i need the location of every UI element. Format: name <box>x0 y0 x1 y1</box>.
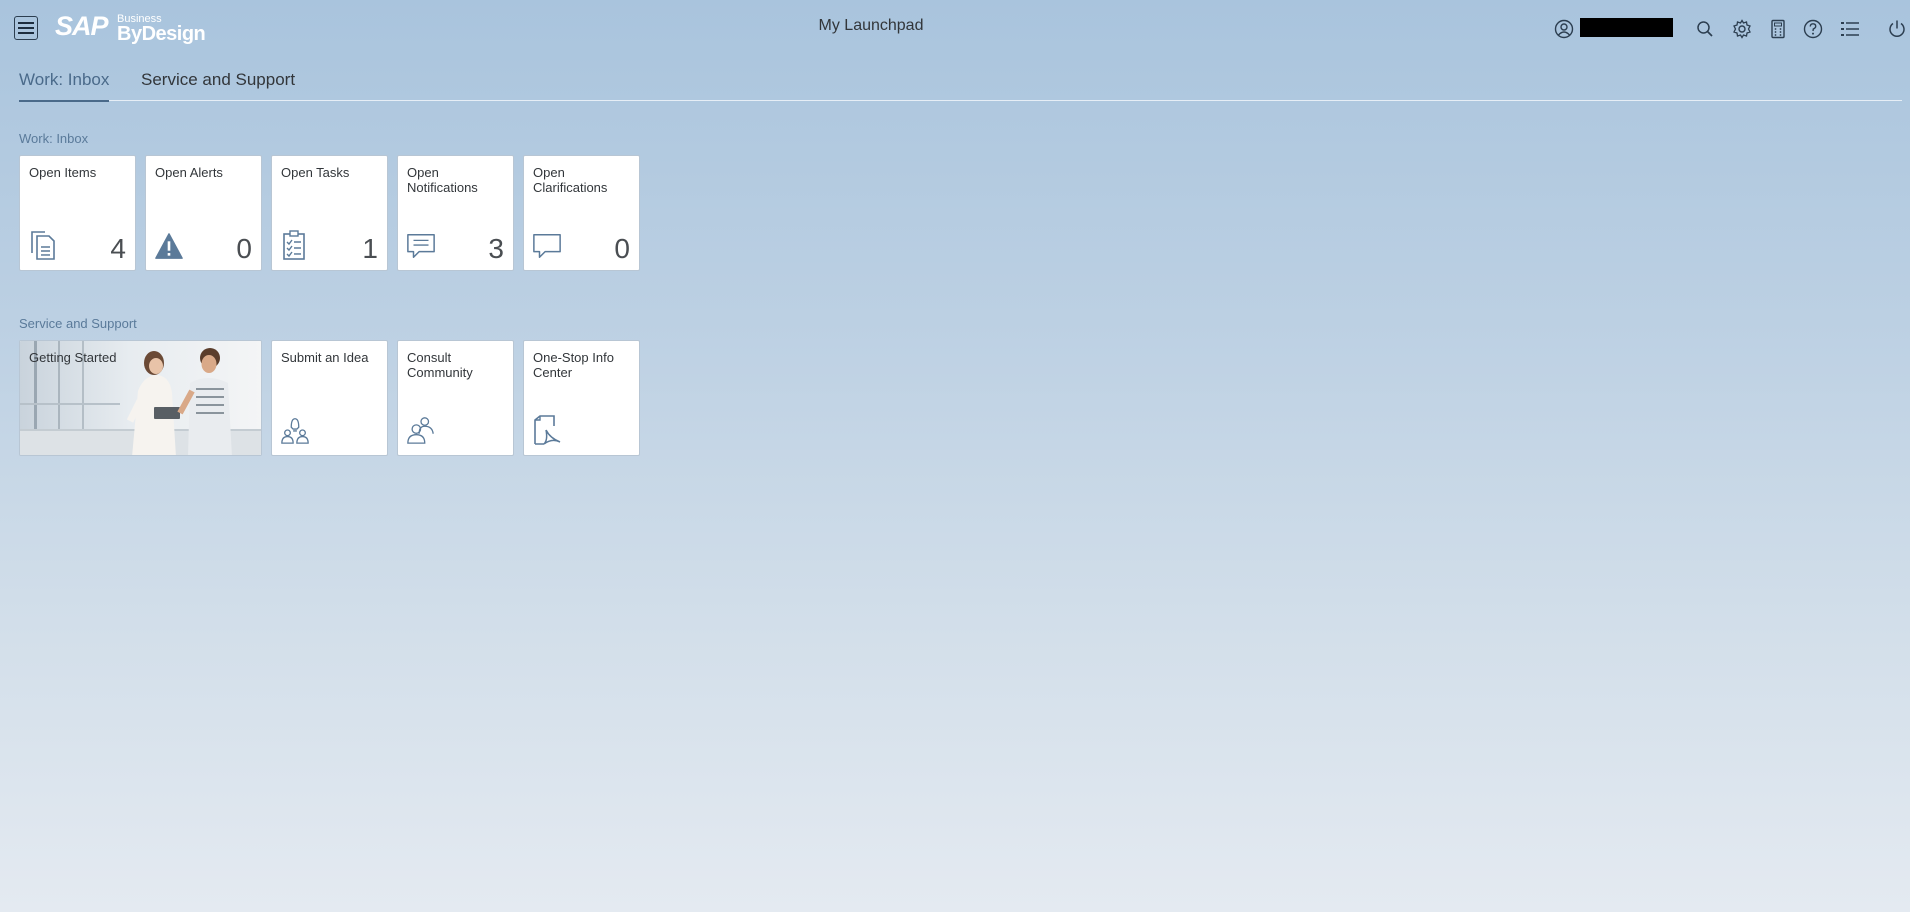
tile-title: Open Clarifications <box>533 165 608 195</box>
tile-count: 0 <box>236 233 252 264</box>
user-name[interactable] <box>1580 18 1673 37</box>
message-icon <box>406 229 436 261</box>
comment-icon <box>532 229 562 261</box>
tile-open-alerts[interactable]: Open Alerts 0 <box>145 155 262 271</box>
gear-icon[interactable] <box>1731 18 1753 40</box>
tile-getting-started[interactable]: Getting Started <box>19 340 262 456</box>
tile-count: 4 <box>110 233 126 264</box>
tile-count: 1 <box>362 233 378 264</box>
tab-service-and-support[interactable]: Service and Support <box>141 70 295 100</box>
tab-work-inbox[interactable]: Work: Inbox <box>19 70 110 102</box>
power-icon[interactable] <box>1886 18 1908 40</box>
help-icon[interactable] <box>1802 18 1824 40</box>
tile-title: Open Alerts <box>155 165 223 180</box>
tile-open-notifications[interactable]: Open Notifications 3 <box>397 155 514 271</box>
tile-submit-an-idea[interactable]: Submit an Idea <box>271 340 388 456</box>
tile-title: Open Notifications <box>407 165 478 195</box>
tile-count: 3 <box>488 233 504 264</box>
tab-bar: Work: Inbox Service and Support <box>19 56 1902 102</box>
tile-title: Consult Community <box>407 350 473 380</box>
calculator-icon[interactable] <box>1767 18 1789 40</box>
search-icon[interactable] <box>1694 18 1716 40</box>
group-title-work-inbox: Work: Inbox <box>19 131 89 146</box>
tile-title: One-Stop Info Center <box>533 350 614 380</box>
list-icon[interactable] <box>1839 18 1861 40</box>
pdf-document-icon <box>532 414 562 446</box>
task-list-icon <box>280 229 310 261</box>
tile-title: Submit an Idea <box>281 350 369 365</box>
shell-header: SAP Business ByDesign My Launchpad <box>0 0 1910 56</box>
alert-icon <box>154 229 184 261</box>
tile-open-clarifications[interactable]: Open Clarifications 0 <box>523 155 640 271</box>
community-icon <box>406 414 436 446</box>
user-icon[interactable] <box>1553 18 1575 40</box>
tile-title: Open Tasks <box>281 165 350 180</box>
tile-open-tasks[interactable]: Open Tasks 1 <box>271 155 388 271</box>
page-title: My Launchpad <box>818 17 924 34</box>
tile-count: 0 <box>614 233 630 264</box>
tile-open-items[interactable]: Open Items 4 <box>19 155 136 271</box>
tile-consult-community[interactable]: Consult Community <box>397 340 514 456</box>
group-title-service-and-support: Service and Support <box>19 316 137 331</box>
tile-title: Getting Started <box>29 350 117 365</box>
tile-one-stop-info-center[interactable]: One-Stop Info Center <box>523 340 640 456</box>
documents-icon <box>28 229 58 261</box>
tile-title: Open Items <box>29 165 97 180</box>
idea-people-icon <box>280 414 310 446</box>
